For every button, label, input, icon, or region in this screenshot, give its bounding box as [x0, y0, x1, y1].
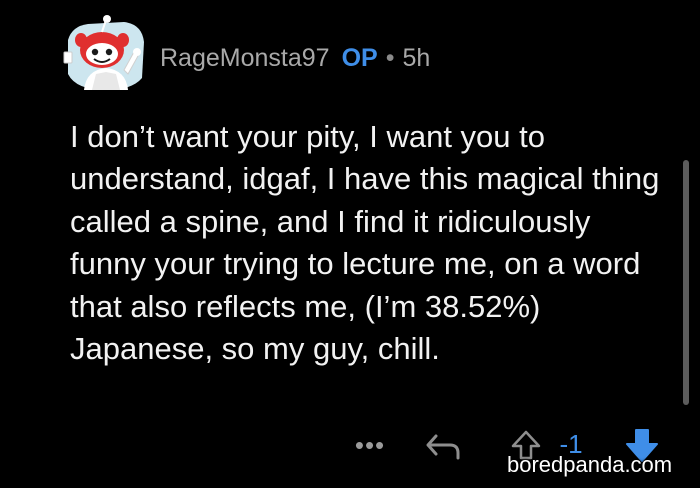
op-badge: OP — [341, 43, 378, 72]
reply-button[interactable] — [422, 426, 466, 464]
snoo-avatar-icon — [63, 15, 144, 90]
watermark: boredpanda.com — [507, 452, 673, 477]
comment-header: RageMonsta97 OP • 5h — [160, 40, 430, 76]
username[interactable]: RageMonsta97 — [160, 44, 330, 73]
reply-arrow-icon — [426, 434, 460, 460]
separator-dot: • — [385, 43, 395, 72]
more-options-button[interactable]: ••• — [350, 430, 390, 460]
avatar[interactable] — [62, 12, 148, 92]
timestamp: 5h — [402, 43, 431, 72]
scrollbar[interactable] — [683, 160, 689, 405]
comment-body: I don’t want your pity, I want you to un… — [70, 119, 660, 367]
